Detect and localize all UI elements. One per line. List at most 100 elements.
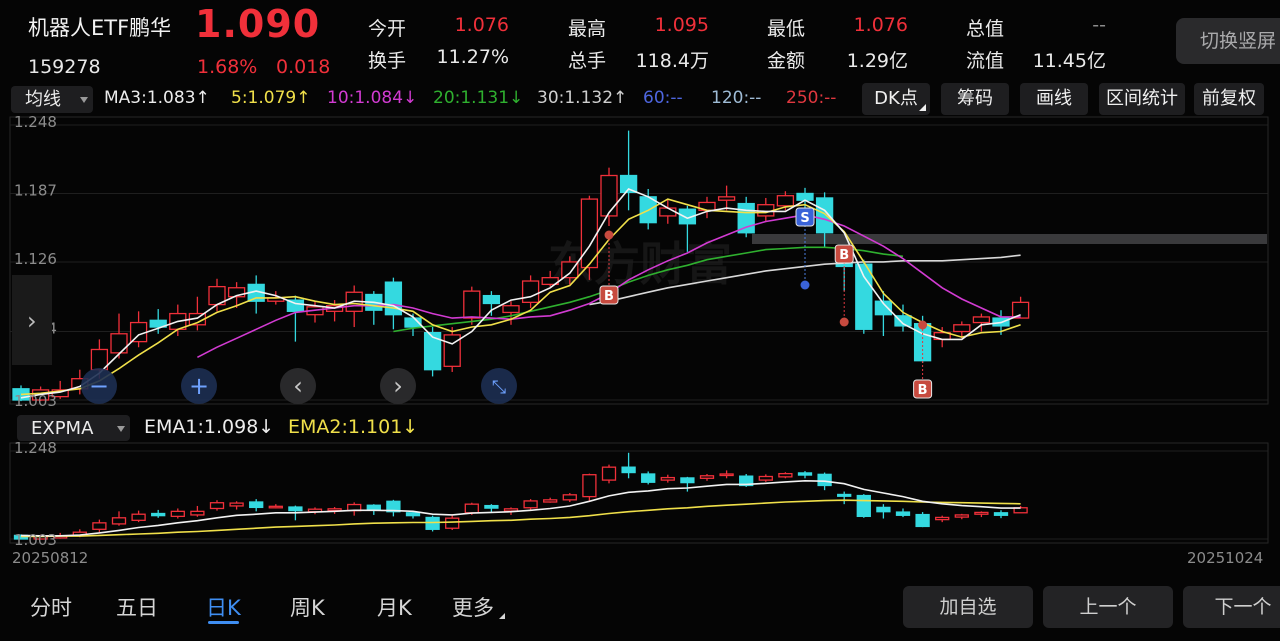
end-date: 20251024 (1187, 549, 1264, 567)
ema2-label: EMA2:1.101↓ (288, 416, 419, 438)
dk-point-button[interactable]: DK点 (862, 83, 930, 115)
y-axis-label: 1.187 (14, 181, 57, 199)
y-axis-label: 1.248 (14, 441, 57, 457)
next-security-button[interactable]: 下一个 (1183, 586, 1280, 628)
candle-body (92, 522, 107, 530)
indicator-selector[interactable]: 均线 (11, 86, 93, 113)
period-tab[interactable]: 日K (206, 592, 241, 624)
marker-label: S (800, 211, 809, 226)
kline-main-chart[interactable]: 东方财富1.2481.1871.1261.0641.003BSBB−+‹›⤡› (0, 115, 1280, 411)
candle-body (170, 510, 185, 518)
quote-label: 总手 (568, 50, 607, 72)
marker-label: B (839, 248, 849, 263)
candle-body (600, 174, 618, 217)
resistance-band (752, 234, 1267, 244)
tool-button[interactable]: 筹码 (941, 83, 1009, 115)
period-tab[interactable]: 月K (377, 592, 412, 622)
sub-indicator-label: EXPMA (31, 418, 94, 439)
y-axis-label: 1.248 (14, 115, 57, 131)
corner-triangle-icon (919, 104, 926, 111)
more-triangle-icon (499, 613, 505, 619)
period-tab[interactable]: 更多 (452, 592, 505, 622)
prev-security-button[interactable]: 上一个 (1043, 586, 1173, 628)
nav-glyph: › (393, 372, 403, 400)
security-name: 机器人ETF鹏华 (28, 16, 172, 40)
period-tab[interactable]: 周K (290, 592, 325, 622)
candle-body (209, 502, 225, 510)
candle-body (445, 517, 460, 529)
candle-body (288, 506, 303, 512)
nav-glyph: − (89, 372, 109, 400)
candle-body (974, 511, 989, 515)
candle-body (268, 505, 283, 509)
stock-detail-screen: 机器人ETF鹏华 1.090 159278 1.68% 0.018 切换竖屏 均… (0, 0, 1280, 641)
nav-glyph: ⤡ (492, 377, 506, 398)
start-date: 20250812 (12, 549, 89, 567)
candle-body (1011, 301, 1030, 319)
tool-button[interactable]: 画线 (1020, 83, 1088, 115)
candle-body (837, 493, 852, 497)
side-expand-button[interactable]: › (12, 275, 52, 365)
marker-dot (839, 317, 849, 327)
candle-body (680, 477, 695, 484)
candle-body (405, 512, 421, 517)
candle-body (621, 466, 636, 474)
candle-body (815, 197, 834, 234)
ma-legend-item: 10:1.084↓ (327, 88, 418, 108)
marker-dot (604, 230, 614, 240)
scroll-left-button[interactable]: ‹ (280, 368, 316, 404)
candle-body (717, 196, 736, 201)
marker-dot (918, 320, 928, 330)
ma-legend-item: 250:-- (786, 88, 837, 108)
switch-orientation-button[interactable]: 切换竖屏 (1176, 18, 1280, 64)
chart-frame (9, 442, 1269, 544)
candle-body (521, 280, 540, 303)
add-watchlist-button[interactable]: 加自选 (903, 586, 1033, 628)
candle-body (876, 506, 891, 513)
chevron-right-icon: › (27, 307, 37, 335)
candle-body (151, 512, 166, 517)
candle-body (190, 510, 205, 516)
candle-body (110, 333, 128, 354)
ma-legend-item: 120:-- (711, 88, 762, 108)
candle-body (111, 517, 127, 525)
candle-body (935, 516, 950, 521)
collapse-button[interactable]: ⤡ (481, 368, 517, 404)
ma-legend-item: 5:1.079↑ (231, 88, 311, 108)
change-value: 0.018 (276, 56, 331, 78)
candle-body (425, 516, 440, 530)
candle-body (817, 473, 832, 487)
candle-body (463, 290, 481, 319)
candle-body (797, 472, 813, 476)
candle-body (796, 192, 814, 201)
quote-value: 118.4万 (635, 50, 709, 72)
marker-label: B (604, 289, 614, 304)
zoom-out-button[interactable]: − (81, 368, 117, 404)
candle-body (915, 513, 930, 528)
candle-body (776, 195, 795, 207)
tool-button[interactable]: 区间统计 (1099, 83, 1185, 115)
last-price: 1.090 (195, 2, 321, 46)
quote-label: 流值 (966, 50, 1005, 72)
candle-body (953, 324, 971, 333)
marker-label: B (918, 383, 928, 398)
candle-body (856, 494, 871, 518)
active-tab-underline (208, 621, 239, 624)
marker-dot (800, 280, 810, 290)
quote-label: 总值 (966, 18, 1005, 40)
period-tab[interactable]: 五日 (116, 592, 158, 622)
ma-legend-item: 20:1.131↓ (433, 88, 524, 108)
quote-value: 1.076 (454, 14, 509, 36)
sub-indicator-selector[interactable]: EXPMA (17, 415, 130, 441)
tool-button[interactable]: 前复权 (1194, 83, 1264, 115)
change-percent: 1.68% (197, 56, 258, 78)
ma-legend-item: 60:-- (643, 88, 683, 108)
period-tab[interactable]: 分时 (30, 592, 72, 622)
candle-body (582, 474, 597, 498)
expma-sub-chart[interactable]: 1.248 1.003 (0, 441, 1280, 546)
candle-body (482, 294, 501, 305)
zoom-in-button[interactable]: + (181, 368, 217, 404)
candle-body (641, 473, 656, 483)
quote-value: 1.095 (654, 14, 709, 36)
scroll-right-button[interactable]: › (380, 368, 416, 404)
